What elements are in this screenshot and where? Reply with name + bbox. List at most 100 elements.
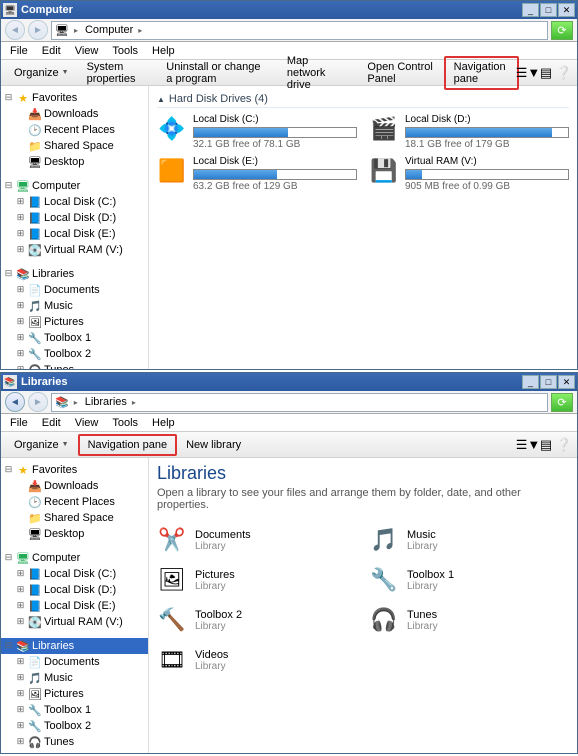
tree-item[interactable]: ⊞🔧Toolbox 1 bbox=[1, 330, 148, 346]
computer-header[interactable]: ⊟🖥Computer bbox=[1, 178, 148, 194]
tree-item[interactable]: ⊞📘Local Disk (E:) bbox=[1, 598, 148, 614]
tree-item[interactable]: ⊞🎞Videos bbox=[1, 750, 148, 753]
favorites-header[interactable]: ⊟★Favorites bbox=[1, 90, 148, 106]
drive-name: Local Disk (C:) bbox=[193, 114, 357, 125]
tree-item[interactable]: ⊞🎵Music bbox=[1, 670, 148, 686]
navigation-pane-button[interactable]: Navigation pane bbox=[78, 434, 178, 456]
tree-item[interactable]: 🖥Desktop bbox=[1, 526, 148, 542]
library-item[interactable]: 🎧 Tunes Library bbox=[369, 605, 569, 635]
menu-tools[interactable]: Tools bbox=[105, 416, 145, 430]
preview-pane-icon[interactable]: ▤ bbox=[537, 436, 555, 454]
tree-item[interactable]: ⊞💽Virtual RAM (V:) bbox=[1, 242, 148, 258]
item-icon: 🎧 bbox=[28, 363, 42, 369]
maximize-button[interactable]: □ bbox=[540, 3, 557, 17]
tree-item[interactable]: ⊞🔧Toolbox 2 bbox=[1, 346, 148, 362]
tree-item[interactable]: ⊞📘Local Disk (D:) bbox=[1, 210, 148, 226]
tree-item[interactable]: ⊞🎧Tunes bbox=[1, 734, 148, 750]
libraries-header[interactable]: ⊟📚Libraries bbox=[1, 638, 148, 654]
menu-tools[interactable]: Tools bbox=[105, 44, 145, 58]
menu-view[interactable]: View bbox=[68, 416, 106, 430]
tree-item[interactable]: ⊞📄Documents bbox=[1, 282, 148, 298]
address-segment[interactable]: Computer bbox=[85, 24, 133, 36]
tree-item[interactable]: ⊞🔧Toolbox 1 bbox=[1, 702, 148, 718]
libraries-header[interactable]: ⊟📚Libraries bbox=[1, 266, 148, 282]
tree-item[interactable]: ⊞📘Local Disk (D:) bbox=[1, 582, 148, 598]
menu-edit[interactable]: Edit bbox=[35, 44, 68, 58]
window-title: Libraries bbox=[21, 376, 522, 388]
tree-item[interactable]: ⊞🖼Pictures bbox=[1, 314, 148, 330]
navigation-pane-button[interactable]: Navigation pane bbox=[444, 56, 519, 90]
menu-help[interactable]: Help bbox=[145, 44, 182, 58]
drive-item[interactable]: 🎬 Local Disk (D:) 18.1 GB free of 179 GB bbox=[369, 114, 569, 150]
new-library-button[interactable]: New library bbox=[177, 435, 250, 455]
nav-bar: ◄ ► 🖥▸ Computer▸ ⟳ bbox=[1, 19, 577, 42]
tree-item[interactable]: ⊞🎧Tunes bbox=[1, 362, 148, 369]
menu-help[interactable]: Help bbox=[145, 416, 182, 430]
help-icon[interactable]: ❔ bbox=[555, 64, 573, 82]
tree-item[interactable]: ⊞📘Local Disk (E:) bbox=[1, 226, 148, 242]
menu-file[interactable]: File bbox=[3, 416, 35, 430]
library-item[interactable]: 🔨 Toolbox 2 Library bbox=[157, 605, 357, 635]
group-header[interactable]: ▲Hard Disk Drives (4) bbox=[157, 91, 569, 108]
maximize-button[interactable]: □ bbox=[540, 375, 557, 389]
refresh-button[interactable]: ⟳ bbox=[551, 21, 573, 40]
window-computer: 🖥 Computer _ □ ✕ ◄ ► 🖥▸ Computer▸ ⟳ File… bbox=[0, 0, 578, 370]
library-icon: 🎞 bbox=[157, 645, 187, 675]
item-icon: 🕑 bbox=[28, 123, 42, 137]
back-button[interactable]: ◄ bbox=[5, 392, 25, 412]
tree-item[interactable]: ⊞🎵Music bbox=[1, 298, 148, 314]
minimize-button[interactable]: _ bbox=[522, 375, 539, 389]
library-item[interactable]: 🎵 Music Library bbox=[369, 525, 569, 555]
tree-item[interactable]: ⊞🔧Toolbox 2 bbox=[1, 718, 148, 734]
close-button[interactable]: ✕ bbox=[558, 3, 575, 17]
close-button[interactable]: ✕ bbox=[558, 375, 575, 389]
system-properties-button[interactable]: System properties bbox=[78, 57, 158, 89]
tree-item[interactable]: ⊞🖼Pictures bbox=[1, 686, 148, 702]
organize-button[interactable]: Organize▼ bbox=[5, 63, 78, 83]
address-segment[interactable]: Libraries bbox=[85, 396, 127, 408]
view-options-icon[interactable]: ☰▼ bbox=[519, 436, 537, 454]
tree-item[interactable]: ⊞💽Virtual RAM (V:) bbox=[1, 614, 148, 630]
drive-item[interactable]: 🟧 Local Disk (E:) 63.2 GB free of 129 GB bbox=[157, 156, 357, 192]
library-item[interactable]: ✂️ Documents Library bbox=[157, 525, 357, 555]
item-label: Virtual RAM (V:) bbox=[44, 616, 123, 628]
item-label: Recent Places bbox=[44, 124, 115, 136]
tree-item[interactable]: ⊞📘Local Disk (C:) bbox=[1, 194, 148, 210]
menu-edit[interactable]: Edit bbox=[35, 416, 68, 430]
forward-button[interactable]: ► bbox=[28, 20, 48, 40]
tree-item[interactable]: 📥Downloads bbox=[1, 478, 148, 494]
back-button[interactable]: ◄ bbox=[5, 20, 25, 40]
favorites-header[interactable]: ⊟★Favorites bbox=[1, 462, 148, 478]
library-kind: Library bbox=[407, 581, 454, 592]
drive-item[interactable]: 💠 Local Disk (C:) 32.1 GB free of 78.1 G… bbox=[157, 114, 357, 150]
help-icon[interactable]: ❔ bbox=[555, 436, 573, 454]
tree-item[interactable]: 📁Shared Space bbox=[1, 510, 148, 526]
tree-item[interactable]: 📁Shared Space bbox=[1, 138, 148, 154]
address-bar[interactable]: 📚▸ Libraries▸ bbox=[51, 393, 548, 412]
computer-header[interactable]: ⊟🖥Computer bbox=[1, 550, 148, 566]
forward-button[interactable]: ► bbox=[28, 392, 48, 412]
library-item[interactable]: 🖼 Pictures Library bbox=[157, 565, 357, 595]
menu-file[interactable]: File bbox=[3, 44, 35, 58]
tree-item[interactable]: 🕑Recent Places bbox=[1, 494, 148, 510]
library-item[interactable]: 🔧 Toolbox 1 Library bbox=[369, 565, 569, 595]
refresh-button[interactable]: ⟳ bbox=[551, 393, 573, 412]
organize-button[interactable]: Organize▼ bbox=[5, 435, 78, 455]
item-label: Shared Space bbox=[44, 512, 114, 524]
drive-item[interactable]: 💾 Virtual RAM (V:) 905 MB free of 0.99 G… bbox=[369, 156, 569, 192]
minimize-button[interactable]: _ bbox=[522, 3, 539, 17]
view-options-icon[interactable]: ☰▼ bbox=[519, 64, 537, 82]
tree-item[interactable]: ⊞📘Local Disk (C:) bbox=[1, 566, 148, 582]
uninstall-button[interactable]: Uninstall or change a program bbox=[157, 57, 278, 89]
item-label: Local Disk (D:) bbox=[44, 212, 116, 224]
library-item[interactable]: 🎞 Videos Library bbox=[157, 645, 357, 675]
open-control-panel-button[interactable]: Open Control Panel bbox=[358, 57, 443, 89]
tree-item[interactable]: 📥Downloads bbox=[1, 106, 148, 122]
preview-pane-icon[interactable]: ▤ bbox=[537, 64, 555, 82]
page-subtext: Open a library to see your files and arr… bbox=[157, 487, 569, 511]
tree-item[interactable]: 🕑Recent Places bbox=[1, 122, 148, 138]
tree-item[interactable]: ⊞📄Documents bbox=[1, 654, 148, 670]
menu-view[interactable]: View bbox=[68, 44, 106, 58]
address-bar[interactable]: 🖥▸ Computer▸ bbox=[51, 21, 548, 40]
tree-item[interactable]: 🖥Desktop bbox=[1, 154, 148, 170]
